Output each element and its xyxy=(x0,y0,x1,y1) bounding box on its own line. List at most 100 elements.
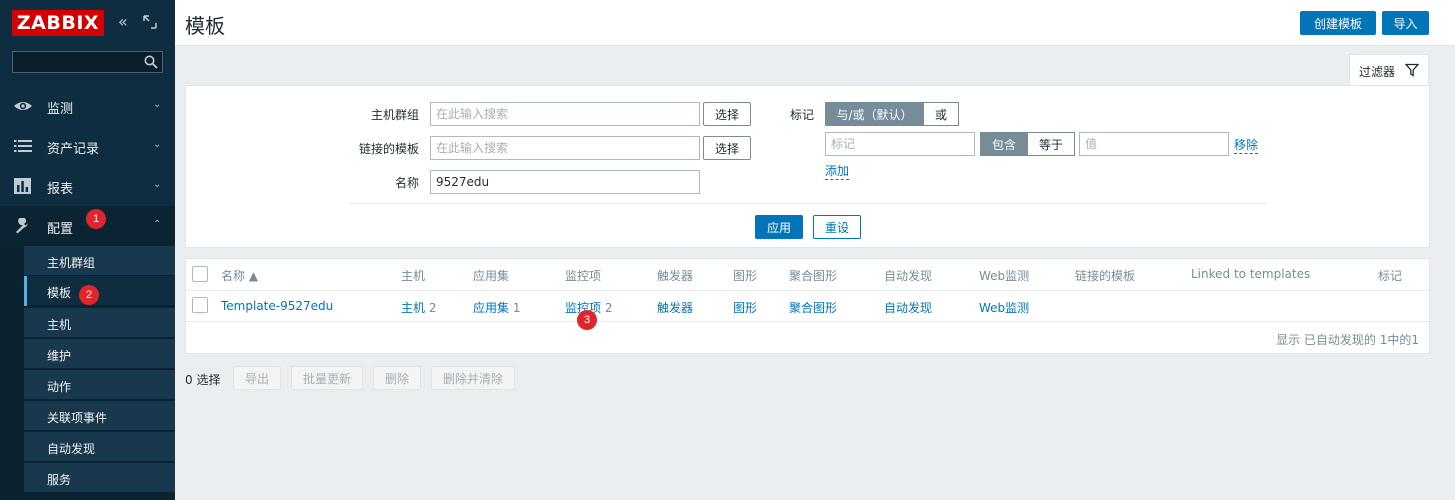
menu-configuration-label: 配置 xyxy=(47,222,74,237)
column-header-linked-templates: 链接的模板 xyxy=(1075,269,1136,283)
submenu-maintenance[interactable]: 维护 xyxy=(24,339,175,369)
page-title: 模板 xyxy=(185,14,225,38)
submenu-label: 自动发现 xyxy=(47,442,96,456)
delete-and-clear-button[interactable]: 删除并清除 xyxy=(431,366,515,390)
collapse-sidebar-icon[interactable]: « xyxy=(118,14,134,30)
hosts-cell: 主机 2 xyxy=(401,299,436,316)
menu-reports[interactable]: 报表 ⌄ xyxy=(0,166,175,206)
column-header-items: 监控项 xyxy=(565,269,602,283)
filter-divider xyxy=(349,203,1267,204)
step-badge: 2 xyxy=(79,285,99,305)
applications-count: 1 xyxy=(512,301,521,315)
applications-cell: 应用集 1 xyxy=(473,299,520,316)
host-group-label: 主机群组 xyxy=(370,108,419,122)
reset-button[interactable]: 重设 xyxy=(813,215,861,239)
search-icon[interactable] xyxy=(144,55,158,69)
selected-count: 0 选择 xyxy=(185,373,221,387)
wrench-icon xyxy=(16,218,28,234)
linked-templates-select-button[interactable]: 选择 xyxy=(703,136,751,160)
column-header-screens: 聚合图形 xyxy=(789,269,838,283)
submenu-label: 主机群组 xyxy=(47,256,96,270)
add-tag-link[interactable]: 添加 xyxy=(825,162,850,180)
column-header-graphs: 图形 xyxy=(733,269,758,283)
submenu-host-groups[interactable]: 主机群组 xyxy=(24,246,175,276)
template-name-link[interactable]: Template-9527edu xyxy=(221,299,333,313)
chevron-down-icon: ⌄ xyxy=(153,139,162,150)
web-link[interactable]: Web监测 xyxy=(979,299,1029,316)
sidebar: ZABBIX « 监测 ⌄ 资产记录 ⌄ 报表 ⌄ 配置 ⌃ 1 主机群组 模板… xyxy=(0,0,175,500)
sidebar-search-input[interactable] xyxy=(12,51,163,73)
menu-monitoring-label: 监测 xyxy=(47,102,74,117)
submenu-label: 维护 xyxy=(47,349,72,363)
table-footer-info: 显示 已自动发现的 1中的1 xyxy=(1276,333,1419,347)
name-label: 名称 xyxy=(394,176,419,190)
discovery-link[interactable]: 自动发现 xyxy=(884,299,932,316)
submenu-label: 动作 xyxy=(47,380,72,394)
items-count: 2 xyxy=(604,301,613,315)
list-icon xyxy=(14,140,32,152)
row-divider xyxy=(186,321,1429,322)
and-or-toggle[interactable]: 与/或（默认） xyxy=(825,102,924,126)
delete-button[interactable]: 删除 xyxy=(373,366,421,390)
page-header: 模板 创建模板 导入 xyxy=(175,0,1455,46)
menu-inventory[interactable]: 资产记录 ⌄ xyxy=(0,126,175,166)
name-field[interactable]: 9527edu xyxy=(430,170,700,194)
bar-chart-icon xyxy=(14,178,31,194)
column-header-discovery: 自动发现 xyxy=(884,269,933,283)
applications-link[interactable]: 应用集 xyxy=(473,301,509,315)
select-all-checkbox[interactable] xyxy=(192,266,208,282)
export-button[interactable]: 导出 xyxy=(233,366,281,390)
header-divider xyxy=(186,290,1429,291)
host-group-select-button[interactable]: 选择 xyxy=(703,102,751,126)
submenu-hosts[interactable]: 主机 xyxy=(24,308,175,338)
column-header-tags: 标记 xyxy=(1378,269,1403,283)
submenu-event-correlation[interactable]: 关联项事件 xyxy=(24,401,175,431)
column-header-linked-to-templates: Linked to templates xyxy=(1191,267,1311,281)
linked-templates-input[interactable]: 在此输入搜索 xyxy=(430,136,700,160)
menu-monitoring[interactable]: 监测 ⌄ xyxy=(0,86,175,126)
eye-icon xyxy=(14,102,32,110)
host-group-input[interactable]: 在此输入搜索 xyxy=(430,102,700,126)
submenu-services[interactable]: 服务 xyxy=(24,463,175,493)
graphs-link[interactable]: 图形 xyxy=(733,299,757,316)
submenu-label: 服务 xyxy=(47,473,72,487)
tag-name-input[interactable]: 标记 xyxy=(825,132,975,156)
tags-label: 标记 xyxy=(789,108,814,122)
row-checkbox[interactable] xyxy=(192,297,208,313)
or-toggle[interactable]: 或 xyxy=(923,102,959,126)
triggers-link[interactable]: 触发器 xyxy=(657,299,693,316)
submenu-actions[interactable]: 动作 xyxy=(24,370,175,400)
submenu-label: 关联项事件 xyxy=(47,411,108,425)
column-header-applications: 应用集 xyxy=(473,269,510,283)
column-header-hosts: 主机 xyxy=(401,269,426,283)
apply-button[interactable]: 应用 xyxy=(755,215,803,239)
chevron-up-icon: ⌃ xyxy=(153,219,162,230)
import-button[interactable]: 导入 xyxy=(1382,11,1429,35)
step-badge: 3 xyxy=(577,310,597,330)
linked-templates-label: 链接的模板 xyxy=(358,142,419,156)
chevron-down-icon: ⌄ xyxy=(153,179,162,190)
mass-update-button[interactable]: 批量更新 xyxy=(291,366,363,390)
hosts-link[interactable]: 主机 xyxy=(401,301,425,315)
filter-tab-label: 过滤器 xyxy=(1359,65,1396,79)
contains-toggle[interactable]: 包含 xyxy=(980,132,1028,156)
equals-toggle[interactable]: 等于 xyxy=(1027,132,1075,156)
screens-link[interactable]: 聚合图形 xyxy=(789,299,837,316)
hosts-count: 2 xyxy=(428,301,437,315)
column-header-web: Web监测 xyxy=(979,269,1030,283)
column-header-name[interactable]: 名称 ▲ xyxy=(221,267,258,284)
filter-tab[interactable]: 过滤器 xyxy=(1349,54,1429,86)
zabbix-logo[interactable]: ZABBIX xyxy=(12,10,104,36)
remove-tag-link[interactable]: 移除 xyxy=(1234,136,1259,154)
create-template-button[interactable]: 创建模板 xyxy=(1300,11,1376,35)
column-header-triggers: 触发器 xyxy=(657,269,694,283)
kiosk-mode-icon[interactable] xyxy=(143,15,157,29)
chevron-down-icon: ⌄ xyxy=(153,99,162,110)
submenu-templates[interactable]: 模板 xyxy=(24,276,175,306)
menu-reports-label: 报表 xyxy=(47,182,74,197)
tag-value-input[interactable]: 值 xyxy=(1079,132,1229,156)
submenu-discovery[interactable]: 自动发现 xyxy=(24,432,175,462)
submenu-label: 主机 xyxy=(47,318,72,332)
submenu-label: 模板 xyxy=(47,286,72,300)
step-badge: 1 xyxy=(86,209,106,229)
